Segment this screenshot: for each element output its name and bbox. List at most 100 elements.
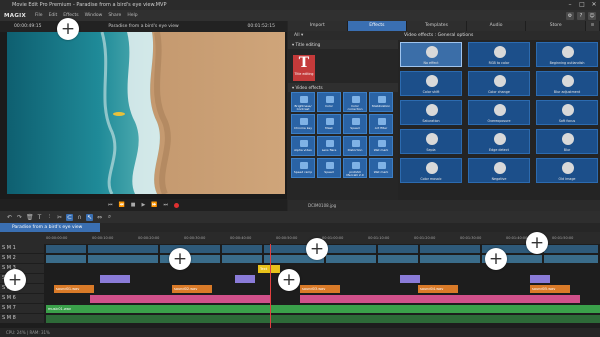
overlay-clip[interactable]	[530, 275, 550, 283]
video-clip[interactable]	[378, 245, 418, 253]
video-clip[interactable]	[160, 245, 220, 253]
maximize-button[interactable]: □	[576, 0, 588, 10]
effect-tile[interactable]: Distortion	[343, 136, 367, 156]
delete-icon[interactable]: 🗑	[26, 214, 34, 221]
track-header[interactable]: S M 1	[0, 244, 44, 253]
record-button[interactable]	[174, 202, 180, 208]
tab-store[interactable]: Store	[526, 21, 586, 31]
music-clip[interactable]: music01.wav	[46, 305, 600, 313]
prev-marker-icon[interactable]: ⏮	[108, 202, 113, 208]
track-header[interactable]: S M 8	[0, 314, 44, 323]
forward-icon[interactable]: ⏩	[151, 202, 157, 208]
minimize-button[interactable]: –	[564, 0, 576, 10]
menu-window[interactable]: Window	[82, 13, 106, 18]
link-icon[interactable]: ⊂	[66, 213, 73, 221]
effect-tile[interactable]: Art filter	[369, 114, 393, 134]
vfx-tile[interactable]: No effect	[400, 42, 462, 67]
title-editing-tile[interactable]: T Title editing	[293, 55, 315, 81]
track-header[interactable]: S M 6	[0, 294, 44, 303]
effect-tile[interactable]: Alpha video	[291, 136, 315, 156]
next-marker-icon[interactable]: ⏭	[164, 202, 169, 208]
video-clip[interactable]	[544, 255, 598, 263]
hotspot-plus-button[interactable]: +	[526, 232, 548, 254]
video-preview[interactable]	[7, 32, 285, 194]
effect-tile[interactable]: Speed ramp	[291, 158, 315, 178]
menu-share[interactable]: Share	[105, 13, 124, 18]
audio-effect-clip[interactable]	[300, 295, 580, 303]
rewind-icon[interactable]: ⏪	[118, 202, 124, 208]
vfx-tile[interactable]: Soft focus	[536, 100, 598, 125]
vfx-tile[interactable]: Edge detect	[468, 129, 530, 154]
audio-clip[interactable]: sound04.wav	[418, 285, 458, 293]
menu-edit[interactable]: Edit	[46, 13, 61, 18]
effect-tile[interactable]: Mask	[317, 114, 341, 134]
hotspot-plus-button[interactable]: +	[278, 269, 300, 291]
menu-help[interactable]: Help	[124, 13, 140, 18]
video-clip[interactable]	[544, 245, 598, 253]
video-clip[interactable]	[326, 255, 376, 263]
video-clip[interactable]	[326, 245, 376, 253]
tab-templates[interactable]: Templates	[407, 21, 467, 31]
split-icon[interactable]: ⫶	[46, 213, 53, 221]
video-effects-section[interactable]: ▾ Video effects	[288, 83, 398, 92]
overlay-clip[interactable]	[100, 275, 130, 283]
effect-tile[interactable]: Speed	[317, 158, 341, 178]
video-clip[interactable]	[88, 255, 158, 263]
tab-effects[interactable]: Effects	[347, 21, 408, 31]
title-icon[interactable]: T	[36, 214, 43, 221]
stop-icon[interactable]: ■	[131, 202, 136, 208]
redo-icon[interactable]: ↷	[16, 214, 23, 221]
video-clip[interactable]	[222, 245, 262, 253]
help-icon[interactable]: ?	[577, 11, 585, 20]
hotspot-plus-button[interactable]: +	[485, 248, 507, 270]
effect-tile[interactable]: proDAD Mercalli 2.0	[343, 158, 367, 178]
title-editing-section[interactable]: ▾ Title editing	[288, 40, 398, 49]
pointer-icon[interactable]: ↖	[86, 213, 93, 221]
magnet-icon[interactable]: ∩	[76, 214, 83, 221]
settings-icon[interactable]: ⚙	[566, 11, 574, 20]
cut-icon[interactable]: ✂	[56, 214, 63, 221]
audio-clip[interactable]: sound02.wav	[172, 285, 212, 293]
video-clip[interactable]	[378, 255, 418, 263]
hotspot-plus-button[interactable]: +	[169, 248, 191, 270]
vfx-tile[interactable]: Negative	[468, 158, 530, 183]
vfx-tile[interactable]: Color mosaic	[400, 158, 462, 183]
timeline-tracks[interactable]: S M 1S M 2S M 3S M 4S M 5S M 6S M 7S M 8…	[0, 244, 600, 328]
effect-tile[interactable]: Color correction	[343, 92, 367, 112]
undo-icon[interactable]: ↶	[6, 214, 13, 221]
vfx-tile[interactable]: Old image	[536, 158, 598, 183]
effect-tile[interactable]: Speed	[343, 114, 367, 134]
effect-tile[interactable]: Wet mark	[369, 158, 393, 178]
effect-tile[interactable]: Color	[317, 92, 341, 112]
video-clip[interactable]	[222, 255, 262, 263]
overlay-clip[interactable]	[400, 275, 420, 283]
video-clip[interactable]	[420, 245, 480, 253]
vfx-tile[interactable]: Color change	[468, 71, 530, 96]
menu-file[interactable]: File	[32, 13, 46, 18]
effect-tile[interactable]: Wet mark	[369, 136, 393, 156]
title-clip[interactable]: Text	[258, 265, 280, 273]
video-clip[interactable]	[420, 255, 480, 263]
audio-clip[interactable]: sound01.wav	[54, 285, 94, 293]
effect-tile[interactable]: Lens flare	[317, 136, 341, 156]
vfx-tile[interactable]: RGB to color	[468, 42, 530, 67]
user-icon[interactable]: ☺	[588, 11, 596, 20]
range-icon[interactable]: ⇔	[96, 214, 103, 221]
hotspot-plus-button[interactable]: +	[4, 269, 26, 291]
vfx-tile[interactable]: Saturation	[400, 100, 462, 125]
music-clip[interactable]	[46, 315, 600, 323]
vfx-tile[interactable]: Overexposure	[468, 100, 530, 125]
vfx-tile[interactable]: Blur	[536, 129, 598, 154]
vfx-tile[interactable]: Beginning outlandish	[536, 42, 598, 67]
zoom-icon[interactable]: ⌕	[106, 213, 113, 221]
vfx-tile[interactable]: Sepia	[400, 129, 462, 154]
vfx-tile[interactable]: Color shift	[400, 71, 462, 96]
hotspot-plus-button[interactable]: +	[57, 18, 79, 40]
project-tab[interactable]: Paradise from a bird's eye view	[0, 223, 100, 232]
playhead[interactable]	[270, 244, 271, 328]
audio-effect-clip[interactable]	[90, 295, 270, 303]
effect-tile[interactable]: Brightness/ Contrast	[291, 92, 315, 112]
effect-tile[interactable]: Chroma key	[291, 114, 315, 134]
filter-dropdown[interactable]: All ▾	[288, 31, 398, 40]
close-button[interactable]: ✕	[588, 0, 600, 10]
